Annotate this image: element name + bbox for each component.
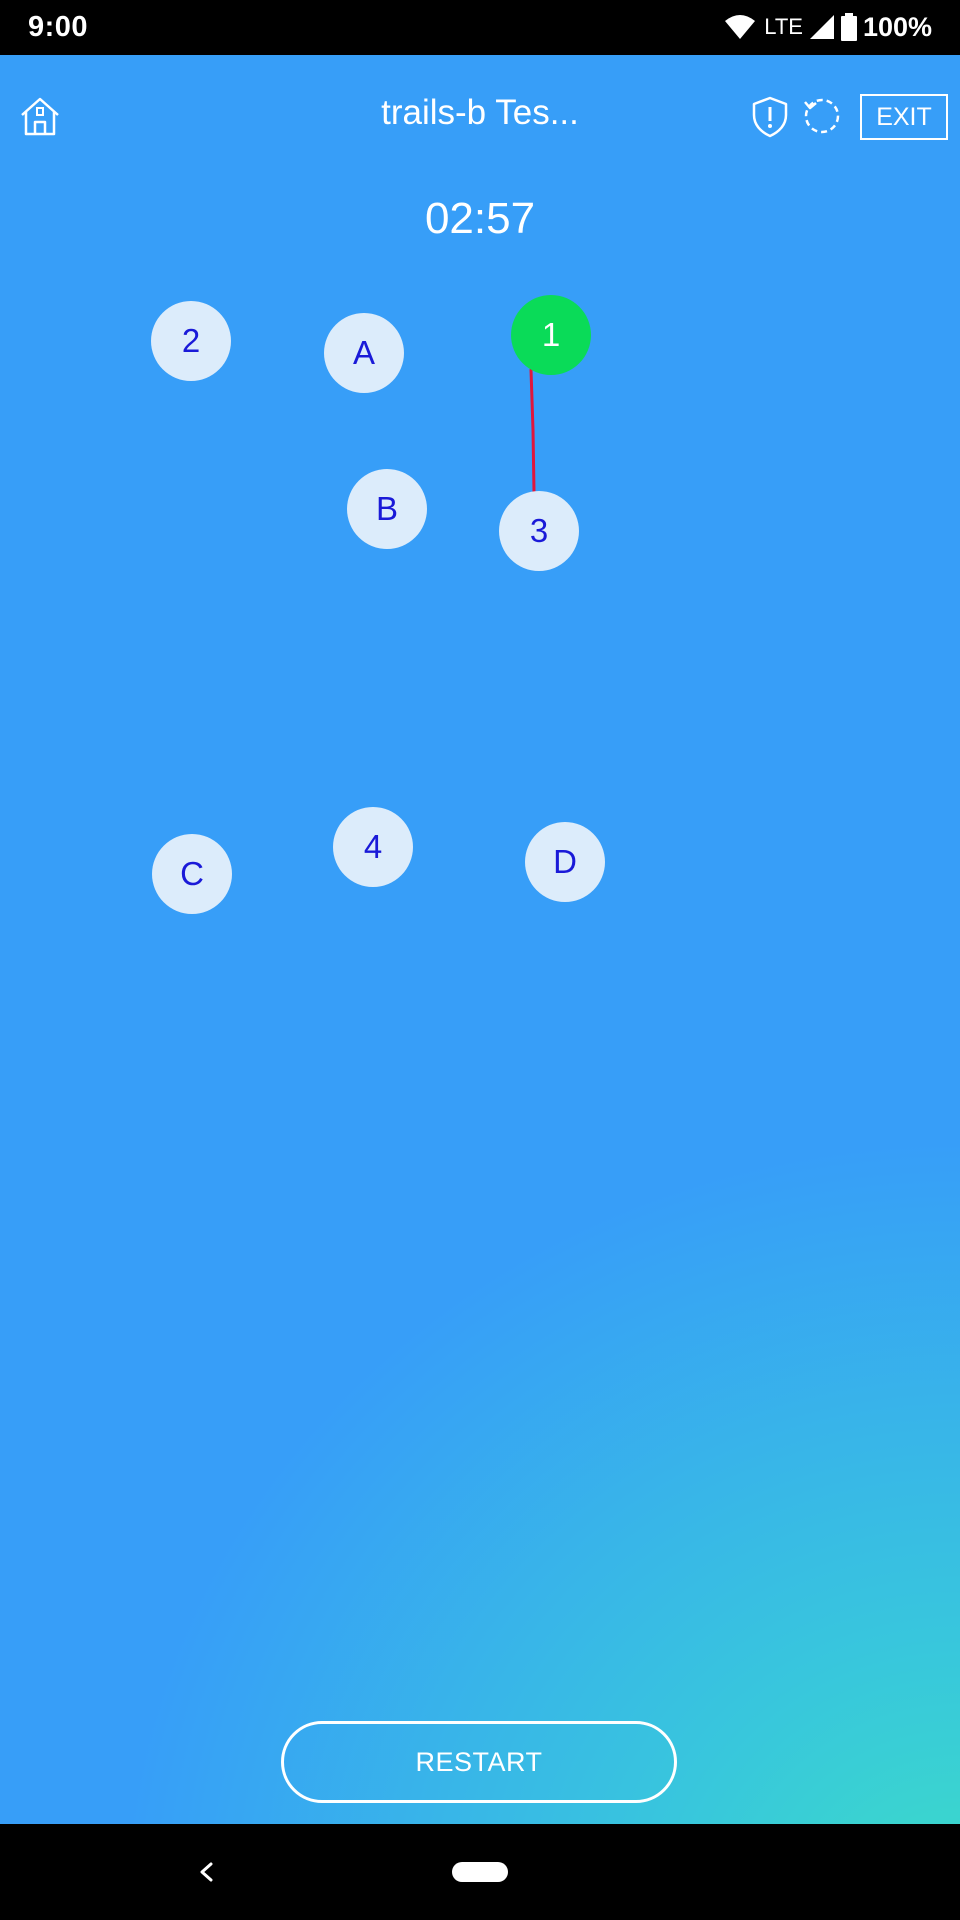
trail-node-4[interactable]: 4: [333, 807, 413, 887]
trails-test-screen: 9:00 LTE 100% trails-b Tes... EXIT 02:57…: [0, 0, 960, 1920]
trail-node-a[interactable]: A: [324, 313, 404, 393]
trail-connections: [529, 368, 536, 494]
trail-line-1-to-3: [529, 368, 536, 494]
back-button[interactable]: [188, 1850, 224, 1894]
trail-node-3[interactable]: 3: [499, 491, 579, 571]
trail-area: 1 2 A B 3 4 C D: [0, 0, 960, 1920]
back-icon: [200, 1862, 213, 1882]
trail-node-1[interactable]: 1: [511, 295, 591, 375]
restart-button[interactable]: RESTART: [281, 1721, 677, 1803]
trail-node-b[interactable]: B: [347, 469, 427, 549]
trail-node-c[interactable]: C: [152, 834, 232, 914]
trail-node-2[interactable]: 2: [151, 301, 231, 381]
navigation-bar: [0, 1824, 960, 1920]
home-pill[interactable]: [452, 1862, 508, 1882]
trail-node-d[interactable]: D: [525, 822, 605, 902]
